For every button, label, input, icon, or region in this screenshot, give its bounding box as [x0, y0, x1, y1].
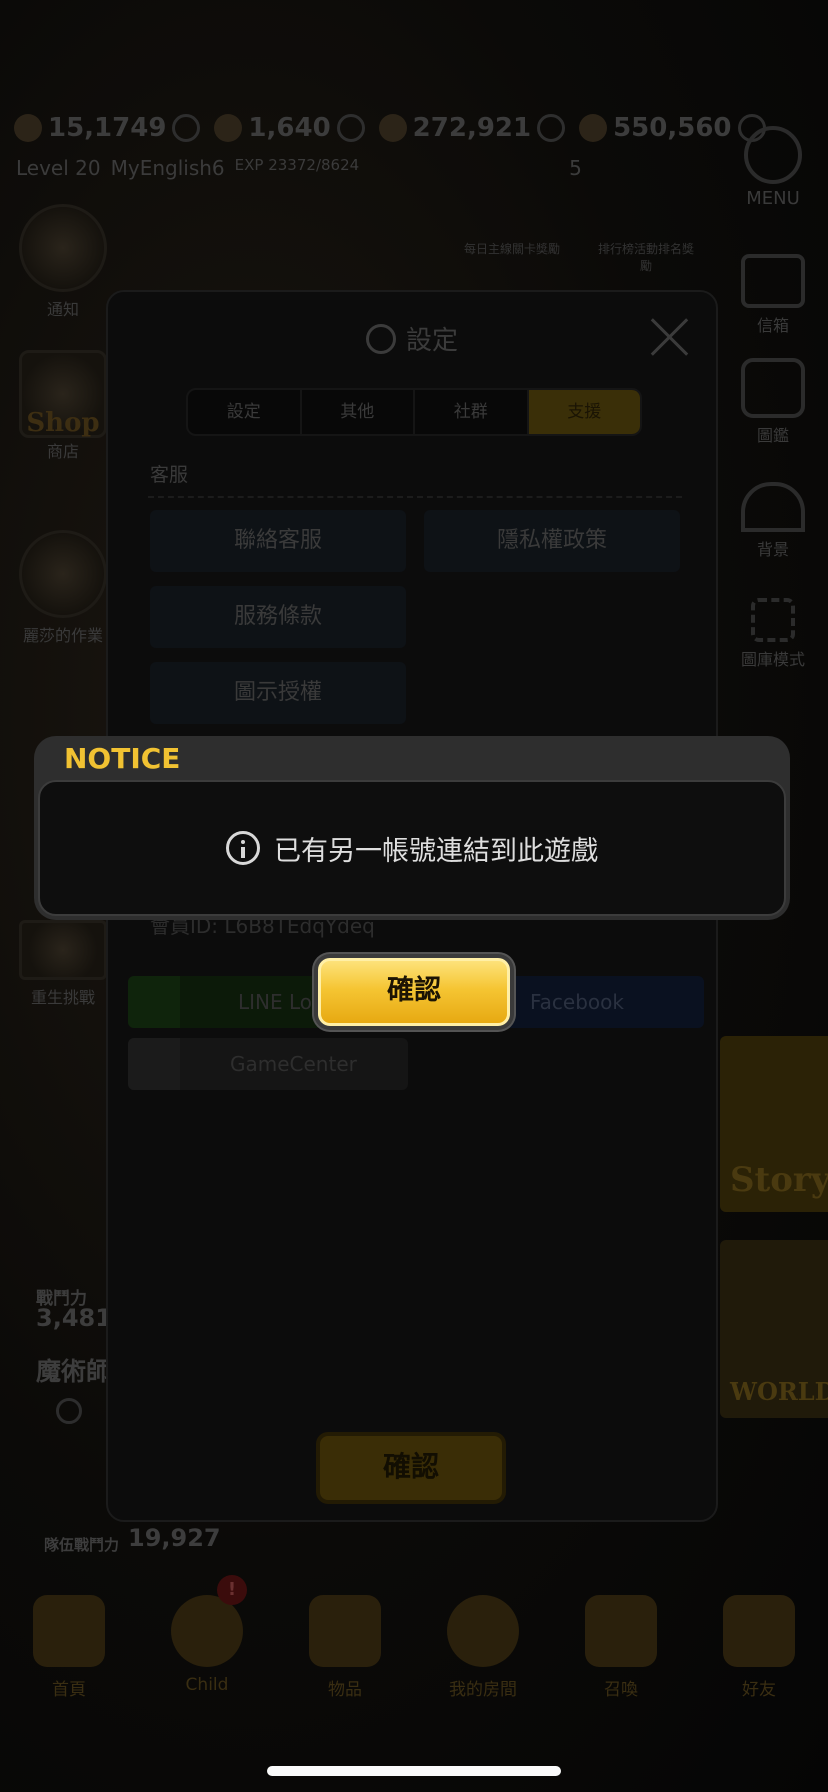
magic-label: 魔術師 [36, 1357, 112, 1386]
notice-message: 已有另一帳號連結到此遊戲 [274, 835, 598, 867]
menu-sidebar-item: MENU [718, 126, 828, 209]
background-sidebar-item: 背景 [718, 482, 828, 560]
player-level: Level 20 [16, 156, 101, 180]
team-power-value: 19,927 [128, 1524, 221, 1552]
daily-banner: 每日主線關卡獎勵 [463, 242, 560, 256]
world-banner: WORLD [720, 1240, 828, 1418]
terms-of-service-button[interactable]: 服務條款 [150, 586, 406, 648]
add-icon [537, 114, 566, 142]
close-icon[interactable] [650, 316, 690, 356]
potion-icon [585, 1595, 657, 1667]
collection-sidebar-item: 圖鑑 [718, 358, 828, 446]
resource-bar: 15,1749 1,640 272,921 550,560 [14, 108, 766, 148]
notice-confirm-label: 確認 [318, 958, 510, 1026]
lisa-homework-sidebar-item: 麗莎的作業 [8, 530, 118, 646]
add-icon [336, 114, 365, 142]
settings-title: 設定 [108, 320, 716, 357]
player-info: Level 20 MyEnglish6 EXP 23372/8624 5 [16, 156, 582, 180]
notice-dialog: NOTICE 已有另一帳號連結到此遊戲 [34, 736, 790, 920]
flame-icon [171, 1595, 243, 1667]
challenge-icon [19, 920, 107, 980]
coin-icon [378, 114, 407, 142]
gear-icon [744, 126, 802, 184]
tab-support[interactable]: 支援 [528, 390, 640, 434]
tab-settings[interactable]: 設定 [188, 390, 302, 434]
book-icon [741, 358, 805, 418]
nav-friends: 好友 [699, 1595, 819, 1715]
bottom-nav: 首頁 ! Child 物品 我的房間 召喚 好友 [0, 1575, 828, 1715]
crown-icon [447, 1595, 519, 1667]
sword-shield-icon [309, 1595, 381, 1667]
notice-header: NOTICE [64, 742, 181, 775]
icon-license-button[interactable]: 圖示授權 [150, 662, 406, 724]
nav-home: 首頁 [9, 1595, 129, 1715]
home-icon [33, 1595, 105, 1667]
player-hint: 5 [569, 156, 582, 180]
team-power-label: 隊伍戰鬥力 [44, 1536, 120, 1554]
notice-confirm-button[interactable]: 確認 [314, 954, 514, 1030]
shield-icon [723, 1595, 795, 1667]
settings-tabs: 設定 其他 社群 支援 [186, 388, 642, 436]
resource-3: 272,921 [378, 108, 566, 148]
ticket-icon [579, 114, 608, 142]
player-exp: EXP 23372/8624 [234, 156, 360, 174]
section-divider [148, 496, 682, 498]
add-icon [172, 114, 201, 142]
heart-icon [14, 114, 42, 142]
line-icon [128, 976, 180, 1028]
gem-icon [214, 114, 243, 142]
character-icon [19, 530, 107, 618]
gamecenter-icon [128, 1038, 180, 1090]
nav-summon: 召喚 [561, 1595, 681, 1715]
alert-badge: ! [217, 1575, 247, 1605]
player-name: MyEnglish6 [110, 156, 225, 180]
mail-icon [741, 254, 805, 308]
section-customer-service: 客服 [150, 464, 189, 486]
gamecenter-button[interactable]: GameCenter [128, 1038, 408, 1090]
nav-my-room: 我的房間 [423, 1595, 543, 1715]
story-banner: Story [720, 1036, 828, 1212]
mailbox-sidebar-item: 信箱 [718, 254, 828, 336]
settings-gear-icon [365, 324, 396, 354]
nav-child: ! Child [147, 1575, 267, 1715]
notice-sidebar-item: 通知 [8, 204, 118, 320]
power-value: 3,481 [36, 1304, 112, 1332]
tab-other[interactable]: 其他 [302, 390, 415, 434]
shop-sidebar-item: Shop 商店 [8, 350, 118, 462]
notice-body: 已有另一帳號連結到此遊戲 [38, 780, 786, 916]
contact-support-button[interactable]: 聯絡客服 [150, 510, 406, 572]
nav-items: 物品 [285, 1595, 405, 1715]
info-icon [226, 831, 260, 865]
search-icon [56, 1398, 82, 1424]
house-settings-icon [741, 482, 805, 532]
ranking-banner: 排行榜活動排名獎勵 [597, 242, 694, 273]
tab-community[interactable]: 社群 [415, 390, 529, 434]
event-icon [19, 204, 107, 292]
resource-1: 15,1749 [14, 108, 201, 148]
rebirth-sidebar-item: 重生挑戰 [8, 920, 118, 1008]
fullscreen-icon [751, 598, 795, 642]
gallery-mode-sidebar-item: 圖庫模式 [718, 598, 828, 670]
shop-logo: Shop [26, 408, 100, 438]
resource-2: 1,640 [214, 108, 365, 148]
settings-confirm-button[interactable]: 確認 [316, 1432, 506, 1504]
home-indicator[interactable] [267, 1766, 561, 1776]
privacy-policy-button[interactable]: 隱私權政策 [424, 510, 680, 572]
